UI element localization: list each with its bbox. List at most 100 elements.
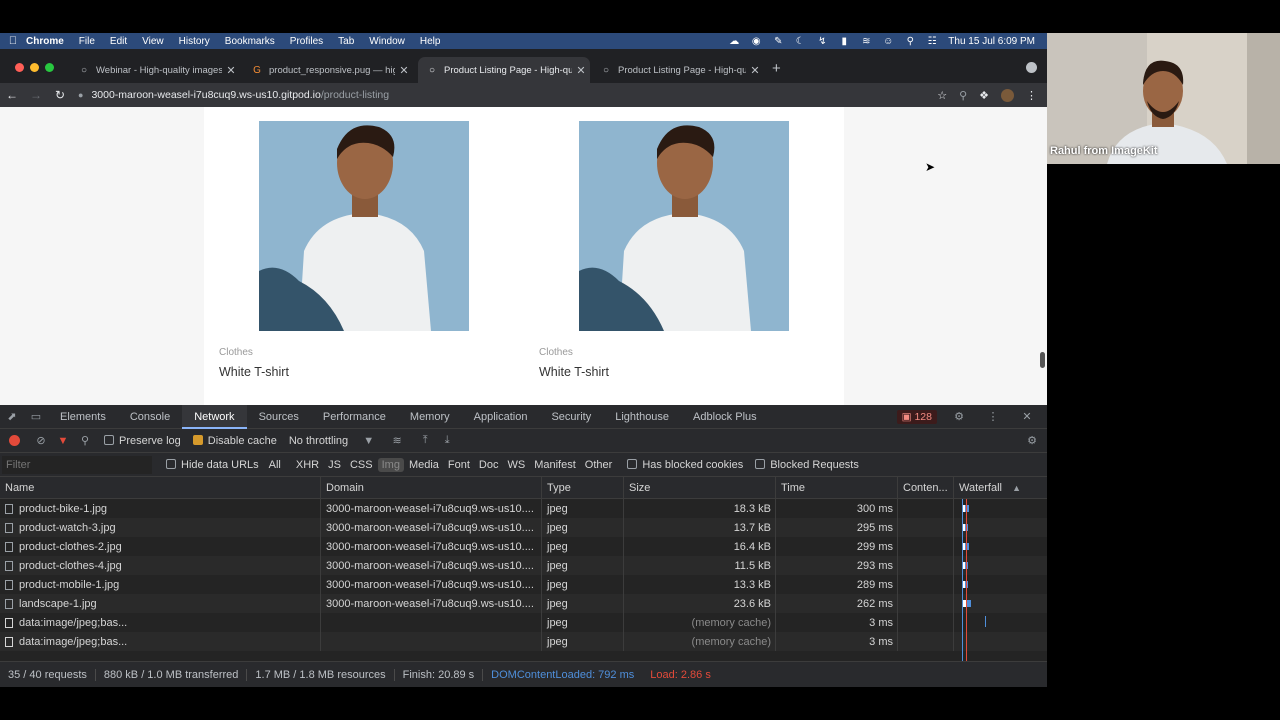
minimize-window-button[interactable] (30, 63, 39, 72)
product-card[interactable]: Clothes White T-shirt (204, 107, 524, 405)
clock[interactable]: Thu 15 Jul 6:09 PM (948, 36, 1035, 47)
table-row[interactable]: product-clothes-4.jpg 3000-maroon-weasel… (0, 556, 1047, 575)
inspect-element-icon[interactable]: ⬈ (0, 410, 24, 423)
menu-profiles[interactable]: Profiles (290, 36, 323, 47)
filter-manifest[interactable]: Manifest (530, 458, 580, 472)
more-menu-icon[interactable]: ⋮ (1026, 89, 1037, 102)
column-header-size[interactable]: Size (624, 477, 776, 498)
page-scrollbar-thumb[interactable] (1040, 352, 1045, 368)
table-row[interactable]: data:image/jpeg;bas... jpeg (memory cach… (0, 632, 1047, 651)
url-field[interactable]: ● 3000-maroon-weasel-i7u8cuq9.ws-us10.gi… (78, 89, 389, 101)
product-name[interactable]: White T-shirt (539, 365, 609, 379)
tab-application[interactable]: Application (462, 405, 540, 429)
maximize-window-button[interactable] (45, 63, 54, 72)
menu-file[interactable]: File (79, 36, 95, 47)
menu-chrome[interactable]: Chrome (26, 36, 64, 47)
column-header-type[interactable]: Type (542, 477, 624, 498)
settings-gear-icon[interactable]: ⚙ (947, 410, 971, 423)
tab-network[interactable]: Network (182, 404, 247, 429)
zoom-icon[interactable]: ⚲ (959, 89, 967, 102)
app-icon[interactable]: ◉ (750, 36, 762, 47)
control-center-icon[interactable]: ☷ (926, 36, 938, 47)
product-image[interactable] (259, 121, 469, 331)
disable-cache-checkbox[interactable]: Disable cache (192, 434, 277, 447)
column-header-waterfall[interactable]: Waterfall ▲ (954, 477, 1027, 498)
table-row[interactable]: landscape-1.jpg 3000-maroon-weasel-i7u8c… (0, 594, 1047, 613)
hide-data-urls-checkbox[interactable]: Hide data URLs (166, 458, 259, 471)
forward-icon[interactable]: → (24, 88, 48, 102)
table-row[interactable]: product-bike-1.jpg 3000-maroon-weasel-i7… (0, 499, 1047, 518)
close-icon[interactable]: ✕ (395, 64, 413, 77)
menu-tab[interactable]: Tab (338, 36, 354, 47)
table-row[interactable]: product-mobile-1.jpg 3000-maroon-weasel-… (0, 575, 1047, 594)
column-header-content[interactable]: Conten... (898, 477, 954, 498)
menu-bookmarks[interactable]: Bookmarks (225, 36, 275, 47)
filter-media[interactable]: Media (405, 458, 443, 472)
blocked-requests-checkbox[interactable]: Blocked Requests (755, 458, 859, 471)
filter-js[interactable]: JS (324, 458, 345, 472)
throttling-select[interactable]: No throttling ▼ (289, 435, 374, 447)
preserve-log-checkbox[interactable]: Preserve log (104, 434, 181, 447)
filter-css[interactable]: CSS (346, 458, 377, 472)
tab-console[interactable]: Console (118, 405, 182, 429)
column-header-time[interactable]: Time (776, 477, 898, 498)
filter-doc[interactable]: Doc (475, 458, 503, 472)
browser-tab[interactable]: ○ Product Listing Page - High-qu ✕ (592, 57, 764, 83)
filter-ws[interactable]: WS (503, 458, 529, 472)
issues-badge[interactable]: ▣ 128 (896, 409, 937, 424)
edit-icon[interactable]: ✎ (772, 36, 784, 47)
network-conditions-icon[interactable]: ≋ (386, 434, 408, 447)
close-devtools-icon[interactable]: ✕ (1015, 410, 1039, 423)
tab-search-icon[interactable] (1026, 62, 1037, 73)
tab-memory[interactable]: Memory (398, 405, 462, 429)
tab-elements[interactable]: Elements (48, 405, 118, 429)
column-header-name[interactable]: Name (0, 477, 321, 498)
menu-help[interactable]: Help (420, 36, 441, 47)
column-header-domain[interactable]: Domain (321, 477, 542, 498)
back-icon[interactable]: ← (0, 88, 24, 102)
wifi-icon[interactable]: ≋ (860, 36, 872, 47)
has-blocked-cookies-checkbox[interactable]: Has blocked cookies (627, 458, 743, 471)
browser-tab-active[interactable]: ○ Product Listing Page - High-qu ✕ (418, 57, 590, 83)
bookmark-star-icon[interactable]: ☆ (937, 89, 947, 102)
search-icon[interactable]: ⚲ (904, 36, 916, 47)
filter-all[interactable]: All (265, 458, 285, 472)
filter-icon[interactable]: ▼ (52, 435, 74, 447)
export-har-icon[interactable]: ⤓ (436, 434, 458, 447)
lock-icon[interactable]: ● (78, 90, 83, 100)
menu-history[interactable]: History (179, 36, 210, 47)
more-options-icon[interactable]: ⋮ (981, 410, 1005, 423)
product-name[interactable]: White T-shirt (219, 365, 289, 379)
user-icon[interactable]: ☺ (882, 36, 894, 47)
battery-icon[interactable]: ▮ (838, 36, 850, 47)
network-request-list[interactable]: product-bike-1.jpg 3000-maroon-weasel-i7… (0, 499, 1047, 661)
close-icon[interactable]: ✕ (746, 64, 764, 77)
moon-icon[interactable]: ☾ (794, 36, 806, 47)
product-card[interactable]: Clothes White T-shirt (524, 107, 844, 405)
bluetooth-icon[interactable]: ↯ (816, 36, 828, 47)
filter-font[interactable]: Font (444, 458, 474, 472)
filter-xhr[interactable]: XHR (292, 458, 323, 472)
table-row[interactable]: data:image/jpeg;bas... jpeg (memory cach… (0, 613, 1047, 632)
clear-icon[interactable]: ⊘ (30, 434, 52, 447)
tab-lighthouse[interactable]: Lighthouse (603, 405, 681, 429)
browser-tab[interactable]: G product_responsive.pug — high ✕ (243, 57, 413, 83)
menu-window[interactable]: Window (369, 36, 405, 47)
reload-icon[interactable]: ↻ (48, 88, 72, 102)
browser-tab[interactable]: ○ Webinar - High-quality images ✕ (70, 57, 240, 83)
product-image[interactable] (579, 121, 789, 331)
import-har-icon[interactable]: ⤒ (414, 434, 436, 447)
menu-view[interactable]: View (142, 36, 164, 47)
table-row[interactable]: product-watch-3.jpg 3000-maroon-weasel-i… (0, 518, 1047, 537)
close-icon[interactable]: ✕ (222, 64, 240, 77)
tab-adblock-plus[interactable]: Adblock Plus (681, 405, 769, 429)
table-row[interactable]: product-clothes-2.jpg 3000-maroon-weasel… (0, 537, 1047, 556)
tab-security[interactable]: Security (539, 405, 603, 429)
extensions-icon[interactable]: ❖ (979, 89, 989, 102)
network-settings-icon[interactable]: ⚙ (1021, 434, 1043, 447)
close-window-button[interactable] (15, 63, 24, 72)
filter-img[interactable]: Img (377, 457, 404, 472)
search-icon[interactable]: ⚲ (74, 434, 96, 447)
menu-edit[interactable]: Edit (110, 36, 127, 47)
record-button[interactable] (9, 435, 20, 446)
